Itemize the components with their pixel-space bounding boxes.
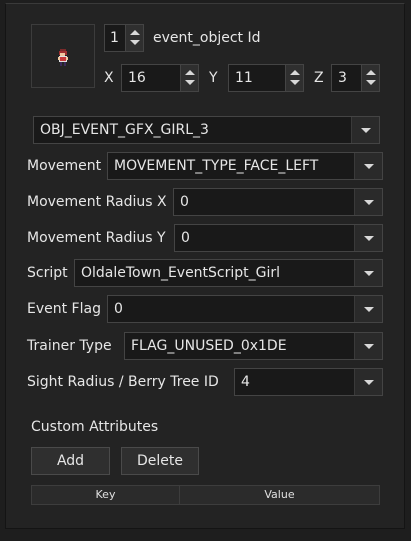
trainer-type-label: Trainer Type xyxy=(27,338,112,354)
script-dropdown-button[interactable] xyxy=(354,260,382,286)
trainer-type-dropdown-button[interactable] xyxy=(354,333,382,359)
y-arrows[interactable] xyxy=(285,65,303,91)
flag-label: Event Flag xyxy=(27,301,101,317)
column-header-value[interactable]: Value xyxy=(180,486,379,504)
spin-down-icon[interactable] xyxy=(290,80,300,85)
radius-y-label: Movement Radius Y xyxy=(27,230,166,246)
movement-combo[interactable]: MOVEMENT_TYPE_FACE_LEFT xyxy=(107,152,383,180)
z-arrows[interactable] xyxy=(361,65,379,91)
y-label: Y xyxy=(209,70,218,86)
add-attribute-button[interactable]: Add xyxy=(31,447,110,475)
y-value: 11 xyxy=(235,70,253,86)
sight-radius-combo[interactable]: 4 xyxy=(234,368,383,396)
script-value: OldaleTown_EventScript_Girl xyxy=(81,265,281,281)
spin-down-icon[interactable] xyxy=(185,80,195,85)
radius-y-dropdown-button[interactable] xyxy=(354,225,382,251)
chevron-down-icon xyxy=(364,380,374,385)
radius-x-label: Movement Radius X xyxy=(27,194,167,210)
gfx-combo[interactable]: OBJ_EVENT_GFX_GIRL_3 xyxy=(33,116,380,144)
sprite-preview xyxy=(31,24,95,88)
x-arrows[interactable] xyxy=(180,65,198,91)
event-index-arrows[interactable] xyxy=(125,25,143,51)
radius-y-combo[interactable]: 0 xyxy=(174,224,383,252)
spin-down-icon[interactable] xyxy=(366,80,376,85)
spin-up-icon[interactable] xyxy=(366,70,376,75)
flag-value: 0 xyxy=(114,301,123,317)
sight-radius-label: Sight Radius / Berry Tree ID xyxy=(27,374,219,390)
trainer-type-value: FLAG_UNUSED_0x1DE xyxy=(131,338,287,354)
radius-x-combo[interactable]: 0 xyxy=(173,188,383,216)
radius-x-dropdown-button[interactable] xyxy=(354,189,382,215)
chevron-down-icon xyxy=(364,236,374,241)
z-value: 3 xyxy=(338,70,347,86)
radius-y-value: 0 xyxy=(181,230,190,246)
y-spinbox[interactable]: 11 xyxy=(228,64,304,92)
event-index-spinbox[interactable]: 1 xyxy=(104,24,144,52)
delete-attribute-button[interactable]: Delete xyxy=(121,447,199,475)
event-index-value: 1 xyxy=(110,30,119,46)
script-label: Script xyxy=(27,265,68,281)
trainer-type-combo[interactable]: FLAG_UNUSED_0x1DE xyxy=(124,332,383,360)
movement-dropdown-button[interactable] xyxy=(354,153,382,179)
spin-down-icon[interactable] xyxy=(130,40,140,45)
girl-sprite-icon xyxy=(58,49,68,66)
chevron-down-icon xyxy=(364,344,374,349)
movement-label: Movement xyxy=(27,158,102,174)
event-id-label: event_object Id xyxy=(153,30,261,46)
gfx-dropdown-button[interactable] xyxy=(351,117,379,143)
radius-x-value: 0 xyxy=(180,194,189,210)
z-spinbox[interactable]: 3 xyxy=(331,64,380,92)
column-header-key[interactable]: Key xyxy=(32,486,180,504)
sight-radius-value: 4 xyxy=(241,374,250,390)
x-label: X xyxy=(104,70,114,86)
spin-up-icon[interactable] xyxy=(130,30,140,35)
custom-attributes-table-header: Key Value xyxy=(31,485,380,505)
spin-up-icon[interactable] xyxy=(290,70,300,75)
flag-combo[interactable]: 0 xyxy=(107,295,383,323)
chevron-down-icon xyxy=(364,200,374,205)
flag-dropdown-button[interactable] xyxy=(354,296,382,322)
spin-up-icon[interactable] xyxy=(185,70,195,75)
chevron-down-icon xyxy=(361,128,371,133)
chevron-down-icon xyxy=(364,307,374,312)
sight-radius-dropdown-button[interactable] xyxy=(354,369,382,395)
z-label: Z xyxy=(314,70,324,86)
x-value: 16 xyxy=(128,70,146,86)
custom-attributes-title: Custom Attributes xyxy=(31,419,159,435)
chevron-down-icon xyxy=(364,164,374,169)
x-spinbox[interactable]: 16 xyxy=(121,64,199,92)
movement-value: MOVEMENT_TYPE_FACE_LEFT xyxy=(114,158,319,174)
gfx-value: OBJ_EVENT_GFX_GIRL_3 xyxy=(40,122,209,138)
script-combo[interactable]: OldaleTown_EventScript_Girl xyxy=(74,259,383,287)
chevron-down-icon xyxy=(364,271,374,276)
